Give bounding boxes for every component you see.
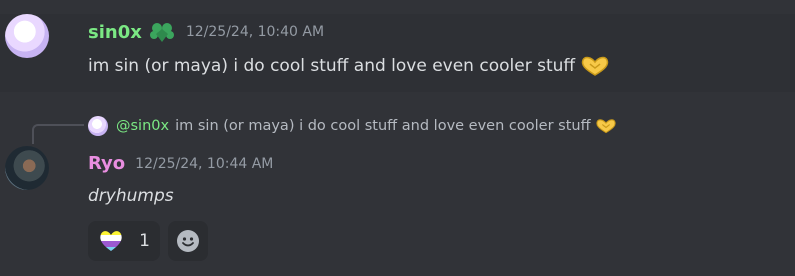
message-content: im sin (or maya) i do cool stuff and lov…	[88, 55, 611, 77]
reply-avatar[interactable]	[88, 116, 108, 136]
timestamp[interactable]: 12/25/24, 10:40 AM	[186, 24, 324, 40]
add-reaction-icon	[177, 230, 199, 252]
add-reaction-button[interactable]	[168, 221, 208, 261]
avatar[interactable]	[5, 146, 49, 190]
heart-hands-emoji	[581, 56, 609, 76]
pride-heart-emoji	[100, 231, 122, 252]
reply-connector	[32, 124, 84, 144]
reaction-button[interactable]: 1	[88, 221, 160, 261]
reactions-bar: 1	[88, 221, 208, 261]
avatar[interactable]	[5, 14, 49, 58]
author-name[interactable]: Ryo	[88, 153, 125, 174]
message-text: dryhumps	[88, 186, 174, 206]
heart-flower-icon[interactable]	[148, 20, 176, 44]
author-name[interactable]: sin0x	[88, 22, 142, 43]
reply-mention[interactable]: @sin0x	[116, 118, 169, 134]
timestamp[interactable]: 12/25/24, 10:44 AM	[135, 156, 273, 172]
reply-text[interactable]: im sin (or maya) i do cool stuff and lov…	[175, 118, 590, 134]
heart-hands-emoji	[595, 119, 616, 134]
message-header: sin0x 12/25/24, 10:40 AM	[88, 20, 324, 44]
message-content: dryhumps	[88, 186, 174, 206]
message-text: im sin (or maya) i do cool stuff and lov…	[88, 56, 576, 76]
reply-preview[interactable]: @sin0x im sin (or maya) i do cool stuff …	[88, 116, 618, 136]
message-header: Ryo 12/25/24, 10:44 AM	[88, 153, 273, 174]
reaction-count: 1	[139, 231, 150, 251]
